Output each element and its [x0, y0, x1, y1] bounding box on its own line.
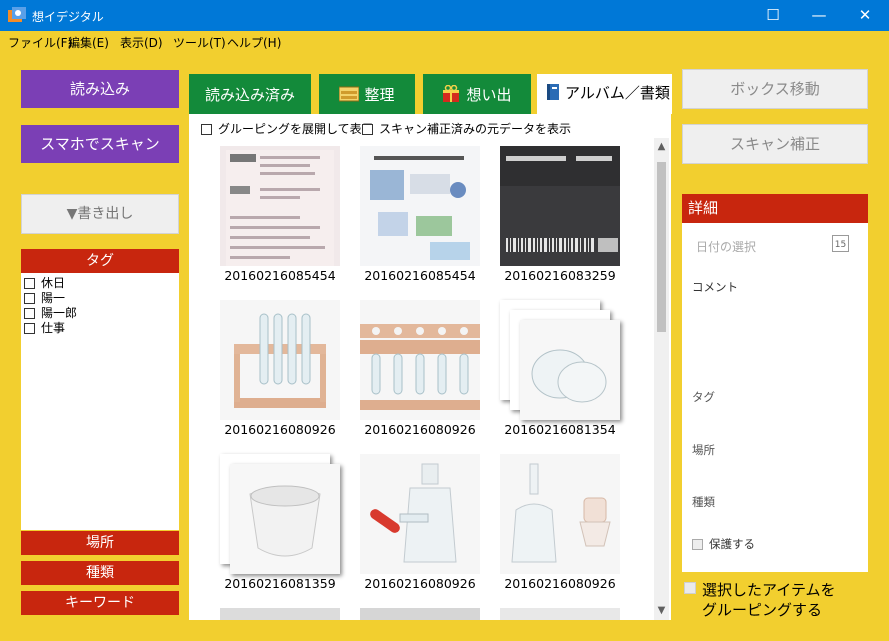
thumbnail[interactable]: [360, 146, 480, 266]
gift-icon: [443, 84, 460, 102]
show-original-scan-checkbox[interactable]: スキャン補正済みの元データを表示: [362, 120, 571, 137]
detail-header: 詳細: [682, 194, 868, 223]
organize-icon: [338, 86, 360, 102]
thumbnail-label: 20160216081354: [504, 422, 616, 437]
spray-bottle-icon: [511, 463, 611, 563]
group-selected-checkbox[interactable]: 選択したアイテムを グルーピングする: [684, 580, 836, 620]
thumbnail-label: 20160216081359: [224, 576, 336, 591]
protect-checkbox[interactable]: 保護する: [692, 536, 755, 552]
document-brochure-icon: [360, 146, 480, 266]
thumbnail[interactable]: [230, 464, 340, 574]
tag-list: 休日 陽一 陽一郎 仕事: [21, 273, 179, 530]
test-tube-rack-icon: [220, 300, 340, 420]
thumbnail[interactable]: [360, 608, 480, 620]
thumbnail-label: 20160216085454: [224, 268, 336, 283]
minimize-icon: [796, 0, 842, 31]
calendar-icon[interactable]: 15: [832, 235, 849, 252]
box-move-button[interactable]: ボックス移動: [682, 69, 868, 109]
book-icon: [547, 84, 559, 100]
tag-item-holiday[interactable]: 休日: [24, 276, 65, 291]
scroll-thumb[interactable]: [657, 162, 666, 332]
thumbnail-label: 20160216080926: [504, 576, 616, 591]
document-flyer-icon: [226, 150, 334, 266]
expand-grouping-checkbox[interactable]: グルーピングを展開して表示: [201, 120, 374, 137]
thumbnail-label: 20160216083259: [504, 268, 616, 283]
thumbnail[interactable]: [360, 300, 480, 420]
tab-album[interactable]: アルバム／書類: [537, 74, 672, 114]
tab-organize[interactable]: 整理: [319, 74, 415, 114]
mortar-icon: [249, 485, 321, 557]
thumbnail-grid-area: グルーピングを展開して表示 スキャン補正済みの元データを表示 201602160…: [189, 114, 671, 620]
place-panel-header[interactable]: 場所: [21, 531, 179, 555]
checkbox[interactable]: [24, 293, 35, 304]
detail-panel: 日付の選択 15 コメント タグ 場所 種類 保護する: [682, 223, 868, 572]
test-tube-rack-icon: [360, 300, 480, 420]
menu-tools[interactable]: ツール(T): [173, 34, 226, 51]
window-title: 想イデジタル: [32, 10, 104, 24]
thumbnail[interactable]: [500, 146, 620, 266]
scan-correction-button[interactable]: スキャン補正: [682, 124, 868, 164]
checkbox[interactable]: [24, 323, 35, 334]
menu-view[interactable]: 表示(D): [120, 34, 163, 51]
scroll-up-icon[interactable]: ▲: [654, 140, 669, 154]
date-picker-input[interactable]: 日付の選択: [696, 238, 756, 255]
thumbnail-label: 20160216080926: [224, 422, 336, 437]
place-label: 場所: [692, 443, 715, 457]
checkbox[interactable]: [24, 278, 35, 289]
menu-file[interactable]: ファイル(F): [8, 34, 72, 51]
export-button[interactable]: ▼書き出し: [21, 194, 179, 234]
thumbnail[interactable]: [220, 300, 340, 420]
thumbnail[interactable]: [360, 454, 480, 574]
tag-label: タグ: [692, 390, 715, 404]
tag-item-yoichiro[interactable]: 陽一郎: [24, 306, 77, 321]
type-panel-header[interactable]: 種類: [21, 561, 179, 585]
import-button[interactable]: 読み込み: [21, 70, 179, 108]
keyword-panel-header[interactable]: キーワード: [21, 591, 179, 615]
tab-memories[interactable]: 想い出: [423, 74, 531, 114]
checkbox[interactable]: [24, 308, 35, 319]
menu-help[interactable]: ヘルプ(H): [227, 34, 281, 51]
comment-label: コメント: [692, 280, 738, 294]
app-icon: [8, 7, 26, 22]
bottle-dropper-icon: [370, 463, 457, 563]
menu-bar: ファイル(F) 編集(E) 表示(D) ツール(T) ヘルプ(H): [0, 31, 889, 53]
thumbnail[interactable]: [220, 608, 340, 620]
close-button[interactable]: ✕: [842, 0, 888, 31]
vertical-scrollbar[interactable]: ▲ ▼: [654, 138, 669, 620]
petri-dish-icon: [531, 349, 607, 403]
title-bar: 想イデジタル — ✕ ☐: [0, 0, 889, 31]
menu-edit[interactable]: 編集(E): [68, 34, 109, 51]
thumbnail-label: 20160216085454: [364, 268, 476, 283]
barcode-label-icon: [500, 146, 620, 266]
thumbnail[interactable]: [500, 608, 620, 620]
thumbnail[interactable]: [220, 146, 340, 266]
tag-item-work[interactable]: 仕事: [24, 321, 65, 336]
type-label: 種類: [692, 495, 715, 509]
tag-item-yoichi[interactable]: 陽一: [24, 291, 65, 306]
scroll-down-icon[interactable]: ▼: [654, 604, 669, 618]
tab-imported[interactable]: 読み込み済み: [189, 74, 311, 114]
thumbnail-label: 20160216080926: [364, 576, 476, 591]
thumbnail-label: 20160216080926: [364, 422, 476, 437]
thumbnail[interactable]: [500, 454, 620, 574]
thumbnail[interactable]: [520, 320, 620, 420]
maximize-button[interactable]: ☐: [750, 0, 796, 31]
smartphone-scan-button[interactable]: スマホでスキャン: [21, 125, 179, 163]
tag-panel-header[interactable]: タグ: [21, 249, 179, 273]
